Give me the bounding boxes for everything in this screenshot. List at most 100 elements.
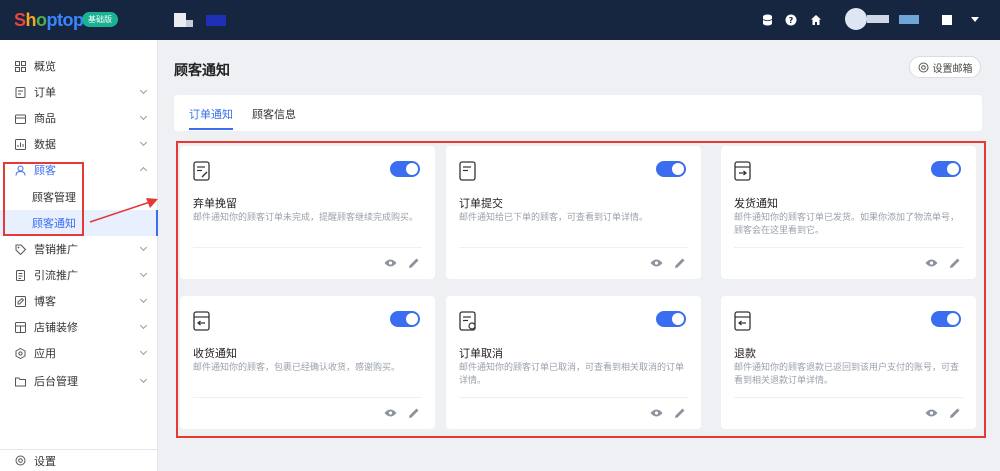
notification-card-refund: 退款 邮件通知你的顾客退款已返回到该用户支付的账号，可查看到相关退款订单详情。 <box>721 296 976 429</box>
sidebar-item-label: 商品 <box>34 112 56 125</box>
sidebar-item-label: 营销推广 <box>34 243 78 256</box>
page-title: 顾客通知 <box>174 63 230 79</box>
tabs-bar: 订单通知 顾客信息 <box>174 95 982 131</box>
notification-toggle[interactable] <box>931 161 961 177</box>
sidebar-item-label: 订单 <box>34 86 56 99</box>
eye-icon[interactable] <box>384 258 397 268</box>
submit-icon <box>459 161 476 181</box>
edit-icon[interactable] <box>674 257 686 269</box>
store-icon <box>14 321 26 333</box>
edit-icon[interactable] <box>408 407 420 419</box>
plan-badge: 基础版 <box>82 12 118 27</box>
edit-icon[interactable] <box>949 257 961 269</box>
edit-icon[interactable] <box>674 407 686 419</box>
card-description: 邮件通知你的顾客订单未完成，提醒顾客继续完成购买。 <box>193 213 419 223</box>
card-title: 订单提交 <box>459 197 503 210</box>
notification-card-shipping: 发货通知 邮件通知你的顾客订单已发货。如果你添加了物流单号，顾客会在这里看到它。 <box>721 146 976 279</box>
chevron-up-icon <box>139 166 148 175</box>
sidebar-item-overview[interactable]: 概览 <box>0 53 158 79</box>
tab-underline <box>189 128 233 130</box>
sidebar-item-apps[interactable]: 应用 <box>0 340 158 366</box>
tag-icon <box>14 243 26 255</box>
chevron-down-icon <box>139 138 148 147</box>
setup-mailbox-button[interactable]: 设置邮箱 <box>909 56 981 78</box>
tab-order-notifications[interactable]: 订单通知 <box>189 106 233 122</box>
card-description: 邮件通知给已下单的顾客，可查看到订单详情。 <box>459 213 649 223</box>
sidebar-item-data[interactable]: 数据 <box>0 131 158 157</box>
notification-toggle[interactable] <box>656 311 686 327</box>
tab-customer-info[interactable]: 顾客信息 <box>252 106 296 122</box>
card-description: 邮件通知你的顾客订单已取消，可查看到相关取消的订单详情。 <box>459 363 685 386</box>
dashboard-icon <box>14 60 26 72</box>
product-icon <box>14 112 26 124</box>
doc-icon <box>14 269 26 281</box>
help-icon[interactable]: ? <box>784 13 798 27</box>
shop-name-redacted[interactable] <box>206 15 226 26</box>
account-info-redacted <box>899 15 919 24</box>
shop-avatar-block <box>174 13 186 27</box>
notification-card-received: 收货通知 邮件通知你的顾客，包裹已经确认收货，感谢购买。 <box>180 296 435 429</box>
edit-icon[interactable] <box>949 407 961 419</box>
sidebar-item-label: 应用 <box>34 347 56 360</box>
chevron-down-icon <box>139 86 148 95</box>
chevron-down-icon[interactable] <box>971 17 979 22</box>
card-description: 邮件通知你的顾客订单已发货。如果你添加了物流单号，顾客会在这里看到它。 <box>734 213 960 236</box>
eye-icon[interactable] <box>384 408 397 418</box>
svg-text:?: ? <box>789 16 794 25</box>
card-description: 邮件通知你的顾客，包裹已经确认收货，感谢购买。 <box>193 363 401 373</box>
eye-icon[interactable] <box>925 408 938 418</box>
edit-icon[interactable] <box>408 257 420 269</box>
sidebar-item-label: 引流推广 <box>34 269 78 282</box>
sidebar-item-blog[interactable]: 博客 <box>0 288 158 314</box>
chevron-down-icon <box>139 112 148 121</box>
sidebar-item-store-design[interactable]: 店铺装修 <box>0 314 158 340</box>
gear-icon <box>14 455 26 467</box>
receive-icon <box>193 311 210 331</box>
sidebar-item-admin[interactable]: 后台管理 <box>0 368 158 394</box>
notification-toggle[interactable] <box>390 311 420 327</box>
notification-toggle[interactable] <box>931 311 961 327</box>
shoptop-logo[interactable]: Shoptop <box>14 10 84 31</box>
sidebar-item-label: 设置 <box>34 454 56 468</box>
sidebar-item-label: 后台管理 <box>34 375 78 388</box>
sidebar-item-products[interactable]: 商品 <box>0 105 158 131</box>
abandon-icon <box>193 161 210 181</box>
account-name-redacted[interactable] <box>867 15 889 23</box>
chevron-down-icon <box>139 295 148 304</box>
setup-mailbox-label: 设置邮箱 <box>932 63 973 75</box>
account-info-redacted <box>942 15 952 25</box>
sidebar-item-label: 店铺装修 <box>34 321 78 334</box>
top-bar: Shoptop 基础版 ? <box>0 0 1000 40</box>
eye-icon[interactable] <box>650 258 663 268</box>
avatar[interactable] <box>845 8 867 30</box>
app-icon <box>14 347 26 359</box>
sidebar-item-orders[interactable]: 订单 <box>0 79 158 105</box>
eye-icon[interactable] <box>650 408 663 418</box>
gear-icon <box>918 62 929 73</box>
notification-card-cancelled: 订单取消 邮件通知你的顾客订单已取消，可查看到相关取消的订单详情。 <box>446 296 701 429</box>
card-title: 发货通知 <box>734 197 778 210</box>
card-title: 弃单挽留 <box>193 197 237 210</box>
sidebar-item-label: 概览 <box>34 60 56 73</box>
sidebar-item-settings[interactable]: 设置 <box>0 449 158 471</box>
card-title: 收货通知 <box>193 347 237 360</box>
refund-icon <box>734 311 751 331</box>
cancel-icon <box>459 311 476 331</box>
chevron-down-icon <box>139 321 148 330</box>
sidebar-item-label: 数据 <box>34 138 56 151</box>
chevron-down-icon <box>139 347 148 356</box>
highlight-box <box>3 162 84 236</box>
chart-icon <box>14 138 26 150</box>
notification-toggle[interactable] <box>390 161 420 177</box>
sidebar-item-traffic[interactable]: 引流推广 <box>0 262 158 288</box>
home-icon[interactable] <box>809 13 823 27</box>
database-icon[interactable] <box>760 13 774 27</box>
chevron-down-icon <box>139 243 148 252</box>
shop-avatar-block <box>186 20 193 27</box>
card-title: 订单取消 <box>459 347 503 360</box>
eye-icon[interactable] <box>925 258 938 268</box>
notification-toggle[interactable] <box>656 161 686 177</box>
notification-card-order-submitted: 订单提交 邮件通知给已下单的顾客，可查看到订单详情。 <box>446 146 701 279</box>
chevron-down-icon <box>139 375 148 384</box>
sidebar-item-marketing[interactable]: 营销推广 <box>0 236 158 262</box>
